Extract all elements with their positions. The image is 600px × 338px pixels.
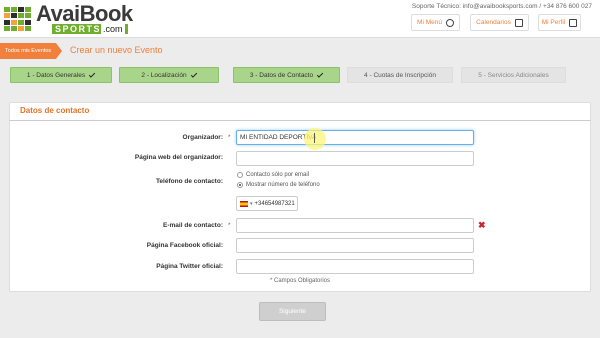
my-profile-button[interactable]: Mi Perfil [538,14,581,31]
step-contact-data[interactable]: 3 - Datos de Contacto [233,67,340,83]
step-location[interactable]: 2 - Localización [119,67,219,83]
logo-mark-icon [4,7,32,31]
phone-input[interactable]: ▾ +34654987321 [236,196,298,211]
section-divider [9,120,591,121]
facebook-label: Página Facebook oficial: [146,242,223,249]
step-label: 5 - Servicios Adicionales [478,71,549,79]
phone-number: +34654987321 [254,200,295,207]
close-icon: ✖ [478,220,486,230]
top-bar: AvaiBook SPORTS .com Soporte Técnico: inf… [0,0,600,38]
email-input[interactable] [236,218,474,233]
step-label: 4 - Cuotas de Inscripción [364,71,436,79]
support-contact: Soporte Técnico: info@avaibooksports.com… [411,3,592,10]
twitter-label: Página Twitter oficial: [156,263,223,270]
my-menu-label: Mi Menú [417,19,442,26]
radio-button[interactable] [237,182,243,188]
step-additional-services[interactable]: 5 - Servicios Adicionales [461,67,566,83]
organizer-label: Organizador: [182,134,223,141]
step-general-data[interactable]: 1 - Datos Generales [10,67,112,83]
twitter-input[interactable] [236,259,474,274]
check-icon [190,70,197,78]
required-fields-hint: * Campos Obligatorios [269,278,331,284]
radio-email-only[interactable]: Contacto sólo por email [237,172,309,178]
step-registration-fees[interactable]: 4 - Cuotas de Inscripción [347,67,453,83]
profile-icon [569,18,578,27]
medal-icon [445,18,454,27]
radio-show-phone-label: Mostrar número de teléfono [246,182,320,188]
page-title: Crear un nuevo Evento [70,45,163,55]
radio-email-only-label: Contacto sólo por email [246,172,310,178]
brand-logo[interactable]: AvaiBook SPORTS .com [4,3,154,35]
next-button[interactable]: Siguiente [259,302,326,321]
spain-flag-icon[interactable] [240,200,248,207]
required-mark: * [228,134,231,141]
phone-label: Teléfono de contacto: [155,178,223,185]
logo-subtitle: SPORTS .com [52,24,128,34]
breadcrumb: Todos mis Eventos Crear un nuevo Evento [0,42,600,60]
website-input[interactable] [236,151,474,166]
my-menu-button[interactable]: Mi Menú [411,14,460,31]
my-profile-label: Mi Perfil [541,19,566,26]
step-label: 2 - Localización [141,71,187,79]
step-label: 3 - Datos de Contacto [249,71,314,79]
calendars-label: Calendarios [476,19,511,26]
email-label: E-mail de contacto: [163,222,223,229]
website-label: Página web del organizador: [134,154,223,161]
section-title: Datos de contacto [20,106,90,115]
mouse-cursor-highlight [304,128,326,150]
check-icon [88,70,96,78]
step-label: 1 - Datos Generales [26,71,86,79]
required-mark: * [228,222,231,229]
wizard-steps: 1 - Datos Generales 2 - Localización 3 -… [10,67,590,83]
radio-show-phone[interactable]: Mostrar número de teléfono [237,182,320,188]
check-icon [316,70,324,78]
logo-wordmark: AvaiBook [36,1,133,26]
breadcrumb-all-events[interactable]: Todos mis Eventos [0,43,62,59]
facebook-input[interactable] [236,238,474,253]
text-cursor-icon [314,133,315,143]
calendars-button[interactable]: Calendarios [470,14,529,31]
radio-button[interactable] [237,172,243,178]
chevron-down-icon[interactable]: ▾ [250,201,253,207]
calendar-icon [514,18,523,27]
organizer-input[interactable]: MI ENTIDAD DEPORTIVA [236,130,474,145]
